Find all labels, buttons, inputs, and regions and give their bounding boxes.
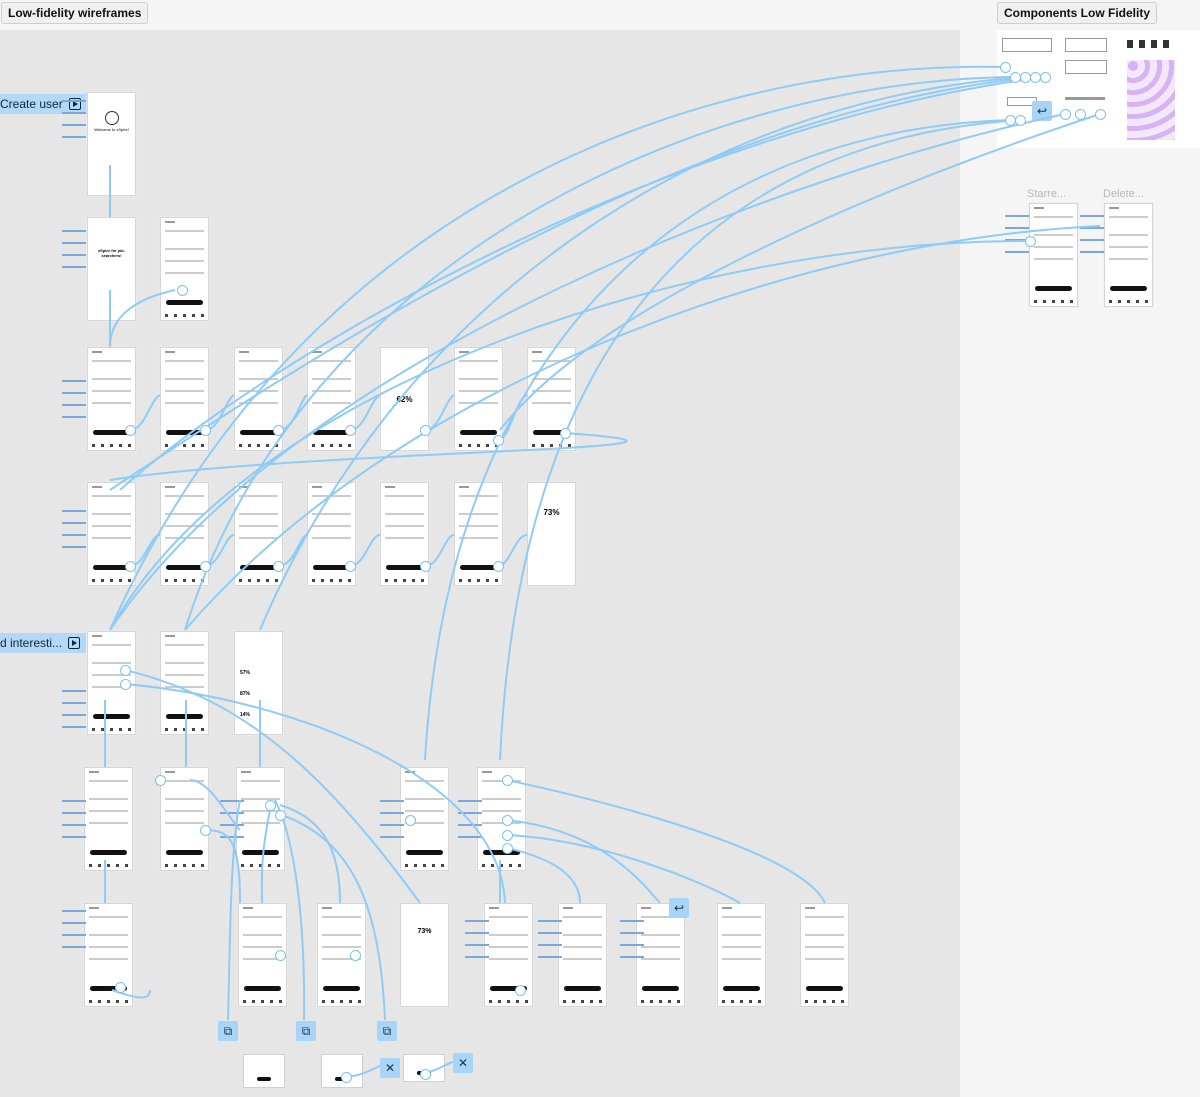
connector-line[interactable]: [424, 119, 1011, 761]
connector-line[interactable]: [109, 65, 1006, 631]
connector-node[interactable]: [200, 825, 211, 836]
connector-node[interactable]: [420, 561, 431, 572]
connector-node[interactable]: [493, 435, 504, 446]
connector-line[interactable]: [109, 113, 1066, 631]
connector-node[interactable]: [125, 561, 136, 572]
connector-node[interactable]: [1040, 72, 1051, 83]
connector-node[interactable]: [200, 425, 211, 436]
connector-node[interactable]: [275, 950, 286, 961]
connector-node[interactable]: [120, 679, 131, 690]
connector-line[interactable]: [184, 225, 1101, 631]
connector-line[interactable]: [189, 779, 241, 831]
connector-node[interactable]: [1015, 115, 1026, 126]
connector-line[interactable]: [497, 394, 528, 441]
connector-line[interactable]: [506, 779, 826, 904]
connector-line[interactable]: [497, 534, 528, 567]
connector-node[interactable]: [560, 428, 571, 439]
connector-line[interactable]: [279, 804, 341, 904]
connector-node[interactable]: [120, 665, 131, 676]
connector-line[interactable]: [129, 394, 161, 431]
connector-line[interactable]: [424, 534, 455, 567]
connector-node[interactable]: [155, 775, 166, 786]
connector-line[interactable]: [109, 289, 176, 348]
connector-node[interactable]: [515, 985, 526, 996]
connector-node[interactable]: [341, 1072, 352, 1083]
connector-line[interactable]: [227, 799, 241, 1021]
connector-node[interactable]: [1060, 109, 1071, 120]
connector-line[interactable]: [259, 76, 1026, 631]
connector-line[interactable]: [260, 809, 271, 904]
connector-line[interactable]: [506, 819, 661, 904]
connector-line[interactable]: [124, 669, 421, 904]
connector-node[interactable]: [502, 815, 513, 826]
connector-node[interactable]: [273, 561, 284, 572]
connector-node[interactable]: [493, 561, 504, 572]
connector-node[interactable]: [345, 561, 356, 572]
prototype-connections: [104, 65, 1101, 1078]
connector-node[interactable]: [350, 950, 361, 961]
connector-node[interactable]: [1075, 109, 1086, 120]
connector-node[interactable]: [502, 830, 513, 841]
connector-node[interactable]: [405, 815, 416, 826]
connector-node[interactable]: [1000, 62, 1011, 73]
connector-node[interactable]: [502, 775, 513, 786]
connector-line[interactable]: [274, 799, 306, 1021]
connector-line[interactable]: [277, 394, 308, 431]
connector-node[interactable]: [125, 425, 136, 436]
connector-node[interactable]: [420, 1069, 431, 1080]
connector-line[interactable]: [119, 76, 1046, 491]
connector-node[interactable]: [1025, 236, 1036, 247]
connector-node[interactable]: [265, 800, 276, 811]
connector-line[interactable]: [124, 683, 506, 904]
connector-line[interactable]: [349, 394, 381, 431]
connector-node[interactable]: [200, 561, 211, 572]
connector-line[interactable]: [506, 834, 741, 904]
connector-node[interactable]: [273, 425, 284, 436]
connector-node[interactable]: [177, 285, 188, 296]
connector-node[interactable]: [420, 425, 431, 436]
connector-node[interactable]: [115, 982, 126, 993]
connector-node[interactable]: [1095, 109, 1106, 120]
connector-line[interactable]: [506, 847, 581, 904]
connector-node[interactable]: [502, 843, 513, 854]
connector-line[interactable]: [281, 814, 386, 1021]
connector-node[interactable]: [275, 810, 286, 821]
connector-node[interactable]: [345, 425, 356, 436]
connector-line[interactable]: [349, 534, 381, 567]
